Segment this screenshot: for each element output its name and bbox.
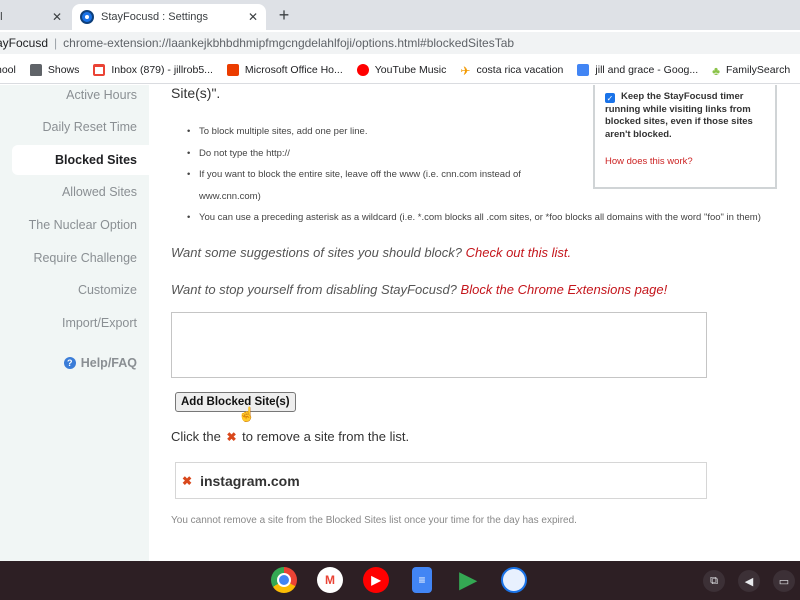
suggestions-line: Want some suggestions of sites you shoul… — [171, 245, 571, 260]
sidebar-item-require-challenge[interactable]: Require Challenge — [33, 251, 137, 265]
stayfocusd-icon — [80, 10, 94, 24]
address-bar[interactable]: ayFocusd | chrome-extension://laankejkbh… — [0, 32, 800, 54]
expired-note: You cannot remove a site from the Blocke… — [171, 515, 577, 526]
bookmark-label: Inbox (879) - jillrob5... — [111, 63, 213, 76]
settings-sidebar: Active Hours Daily Reset Time Blocked Si… — [0, 85, 149, 561]
remove-hint-pre: Click the — [171, 429, 221, 444]
help-icon: ? — [63, 357, 76, 369]
bookmark-label: jill and grace - Goog... — [595, 63, 699, 76]
tote-icon[interactable]: ▭ — [773, 570, 795, 592]
suggestions-text: Want some suggestions of sites you shoul… — [171, 245, 462, 260]
bookmark-familysearch[interactable]: ♣ FamilySearch — [712, 63, 791, 78]
block-extensions-link[interactable]: Block the Chrome Extensions page — [461, 282, 664, 297]
remove-x-icon: ✖ — [226, 430, 237, 444]
bookmarks-bar: hool Shows Inbox (879) - jillrob5... Mic… — [0, 56, 800, 84]
docs-icon[interactable]: ≡ — [412, 567, 432, 593]
stayer-option-text: Keep the StayFocusd timer running while … — [605, 91, 753, 140]
bookmark-label: Microsoft Office Ho... — [244, 63, 343, 76]
sidebar-item-allowed-sites[interactable]: Allowed Sites — [62, 185, 137, 199]
stayer-option-box: ✓ Keep the StayFocusd timer running whil… — [593, 85, 777, 189]
address-separator: | — [54, 36, 58, 50]
address-url: chrome-extension://laankejkbhbdhmipfmgcn… — [63, 36, 515, 50]
remove-site-icon[interactable]: ✖ — [182, 474, 192, 488]
sidebar-item-daily-reset-time[interactable]: Daily Reset Time — [43, 120, 137, 134]
youtube-icon[interactable]: ▶ — [363, 567, 389, 593]
disable-text: Want to stop yourself from disabling Sta… — [171, 282, 457, 297]
docs-icon — [577, 63, 590, 76]
add-blocked-sites-button[interactable]: Add Blocked Site(s) — [175, 392, 296, 412]
hand-cursor-icon: ☝ — [238, 406, 256, 422]
bookmark-label: costa rica vacation — [476, 63, 564, 76]
bookmark-inbox[interactable]: Inbox (879) - jillrob5... — [93, 63, 213, 76]
disable-end: ! — [663, 282, 668, 297]
list-item: You can use a preceding asterisk as a wi… — [187, 207, 779, 229]
sidebar-item-nuclear-option[interactable]: The Nuclear Option — [29, 218, 137, 232]
plane-icon: ✈ — [460, 63, 471, 78]
blocked-sites-input[interactable] — [171, 312, 707, 378]
close-icon[interactable]: ✕ — [52, 10, 62, 24]
play-store-icon[interactable]: ▶ — [455, 567, 481, 593]
system-shelf: M ▶ ≡ ▶ ⧉ ◀ ▭ — [0, 561, 800, 600]
list-item: If you want to block the entire site, le… — [187, 164, 539, 207]
sidebar-item-customize[interactable]: Customize — [78, 283, 137, 297]
stayfocusd-icon[interactable] — [501, 567, 527, 593]
browser-toolbar: ayFocusd | chrome-extension://laankejkbh… — [0, 30, 800, 56]
bookmark-label: Shows — [47, 63, 80, 76]
bookmark-jill-and-grace[interactable]: jill and grace - Goog... — [577, 63, 699, 76]
gmail-icon[interactable]: M — [317, 567, 343, 593]
address-host: ayFocusd — [0, 36, 49, 50]
bookmark-label: FamilySearch — [726, 63, 791, 76]
list-item: instagram.com — [200, 472, 300, 489]
close-icon[interactable]: ✕ — [248, 10, 258, 24]
help-label: Help/FAQ — [80, 356, 137, 370]
media-control-icon[interactable]: ◀ — [738, 570, 760, 592]
office-icon — [226, 63, 239, 76]
new-tab-button[interactable]: + — [272, 4, 296, 26]
youtube-music-icon — [356, 63, 369, 76]
sidebar-item-import-export[interactable]: Import/Export — [62, 316, 137, 330]
folder-icon — [29, 63, 42, 76]
bookmark-label: YouTube Music — [374, 63, 447, 76]
bookmark-costa-rica[interactable]: ✈ costa rica vacation — [460, 63, 564, 78]
sidebar-item-active-hours[interactable]: Active Hours — [66, 88, 137, 102]
suggestions-link[interactable]: Check out this list. — [466, 245, 572, 260]
screen-capture-icon[interactable]: ⧉ — [703, 570, 725, 592]
disable-line: Want to stop yourself from disabling Sta… — [171, 282, 667, 297]
remove-hint: Click the ✖ to remove a site from the li… — [171, 429, 409, 444]
tab-title: StayFocusd : Settings — [101, 11, 208, 23]
tab-title: ol — [0, 11, 3, 23]
how-does-this-work-link[interactable]: How does this work? — [605, 156, 693, 167]
instructions-heading: Site(s)". — [171, 85, 221, 101]
sidebar-item-blocked-sites[interactable]: Blocked Sites — [12, 145, 149, 175]
bookmark-office[interactable]: Microsoft Office Ho... — [226, 63, 343, 76]
bookmark-label: hool — [0, 63, 16, 76]
tab-stayfocusd-settings[interactable]: StayFocusd : Settings ✕ — [72, 4, 266, 30]
chrome-icon[interactable] — [271, 567, 297, 593]
gmail-icon — [93, 63, 106, 76]
bookmark-youtube-music[interactable]: YouTube Music — [356, 63, 447, 76]
tab-strip: ol ✕ StayFocusd : Settings ✕ + — [0, 0, 800, 30]
bookmark-school[interactable]: hool — [0, 64, 16, 76]
bookmark-shows[interactable]: Shows — [29, 63, 80, 76]
sidebar-item-help-faq[interactable]: ? Help/FAQ — [63, 356, 137, 370]
blocked-sites-list: ✖ instagram.com — [175, 462, 707, 499]
familysearch-icon: ♣ — [712, 63, 720, 78]
blocked-sites-panel: Site(s)". To block multiple sites, add o… — [149, 85, 800, 561]
remove-hint-post: to remove a site from the list. — [242, 429, 410, 444]
options-page: Active Hours Daily Reset Time Blocked Si… — [0, 85, 800, 561]
tab-previous[interactable]: ol ✕ — [0, 4, 68, 30]
